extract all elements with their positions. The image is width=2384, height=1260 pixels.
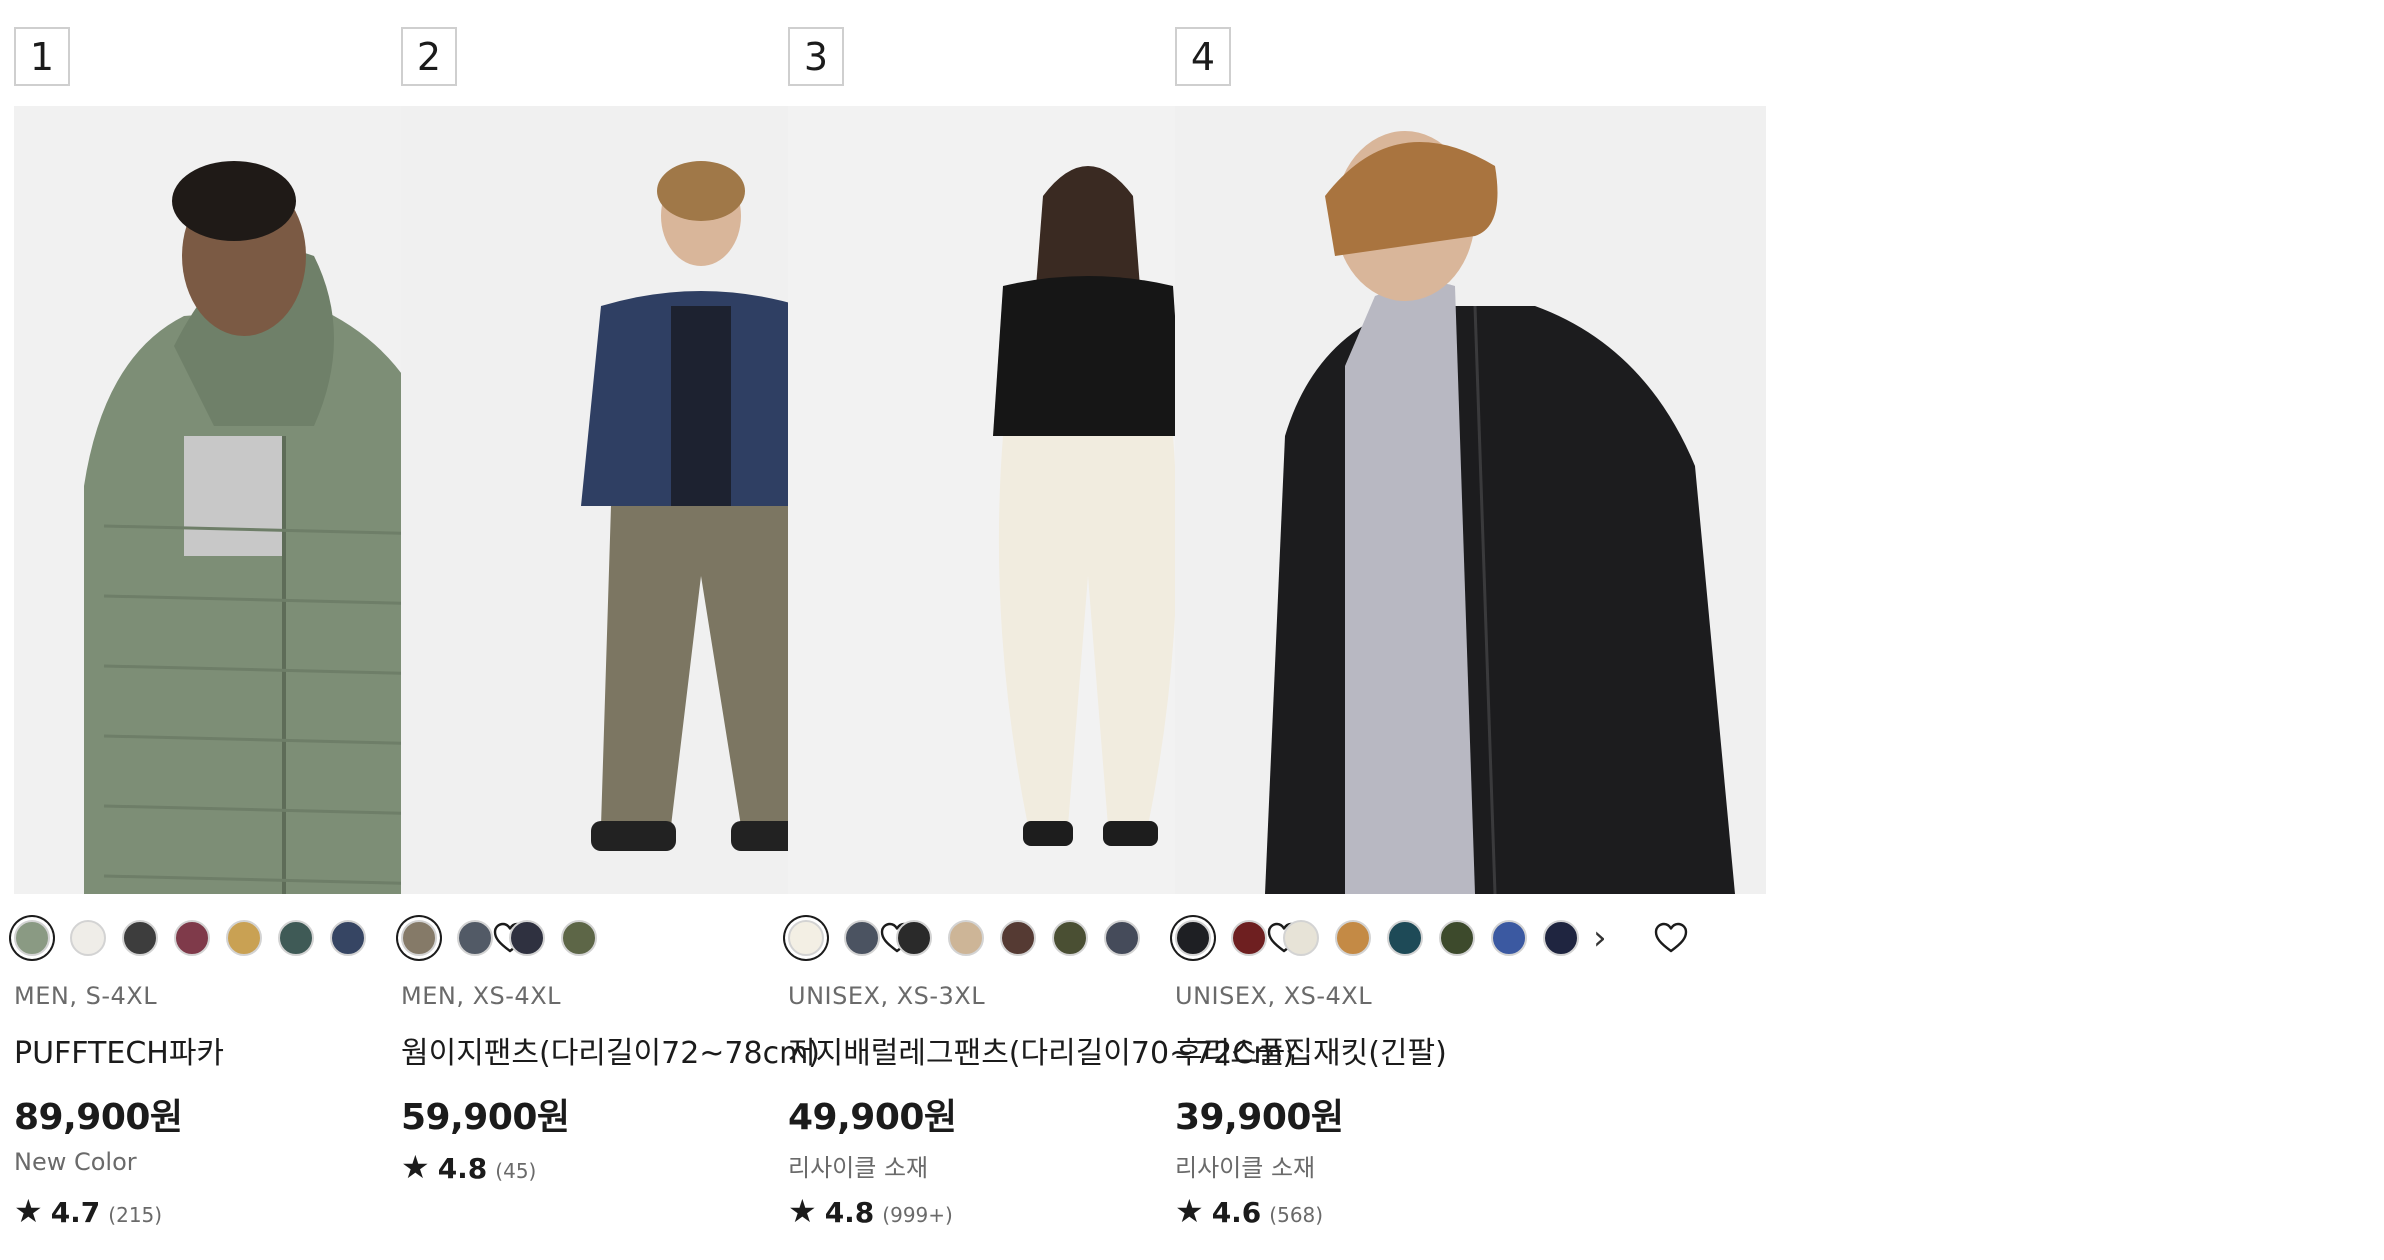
color-swatch[interactable]	[1052, 920, 1088, 956]
color-swatch[interactable]	[1491, 920, 1527, 956]
review-count: (45)	[495, 1159, 537, 1183]
color-swatch[interactable]	[401, 920, 437, 956]
product-rating: ★ 4.6 (568)	[1175, 1192, 1323, 1230]
color-swatch[interactable]	[1543, 920, 1579, 956]
product-price: 39,900원	[1175, 1097, 1344, 1138]
color-swatch[interactable]	[1231, 920, 1267, 956]
product-rating: ★ 4.8 (45)	[401, 1148, 536, 1186]
star-icon: ★	[401, 1148, 430, 1186]
color-swatch[interactable]	[14, 920, 50, 956]
product-price: 59,900원	[401, 1097, 570, 1138]
product-gender-size: MEN, XS-4XL	[401, 982, 561, 1010]
review-count: (999+)	[882, 1203, 953, 1227]
product-price: 89,900원	[14, 1097, 183, 1138]
color-swatch[interactable]	[1439, 920, 1475, 956]
rank-badge: 3	[788, 27, 844, 86]
rating-score: 4.8	[437, 1152, 488, 1185]
color-swatch[interactable]	[457, 920, 493, 956]
color-swatch[interactable]	[788, 920, 824, 956]
product-gender-size: UNISEX, XS-4XL	[1175, 982, 1373, 1010]
product-gender-size: UNISEX, XS-3XL	[788, 982, 986, 1010]
product-price: 49,900원	[788, 1097, 957, 1138]
rating-score: 4.7	[50, 1196, 101, 1229]
color-swatch[interactable]	[844, 920, 880, 956]
color-swatch[interactable]	[561, 920, 597, 956]
product-name[interactable]: 웜이지팬츠(다리길이72~78cm)	[401, 1028, 820, 1072]
color-swatch[interactable]	[122, 920, 158, 956]
review-count: (568)	[1269, 1203, 1324, 1227]
product-name[interactable]: 후리스풀집재킷(긴팔)	[1175, 1028, 1447, 1072]
review-count: (215)	[108, 1203, 163, 1227]
rank-badge: 4	[1175, 27, 1231, 86]
color-swatch[interactable]	[174, 920, 210, 956]
favorite-button[interactable]	[1649, 916, 1693, 960]
product-rating: ★ 4.7 (215)	[14, 1192, 162, 1230]
product-name[interactable]: PUFFTECH파카	[14, 1028, 224, 1072]
product-photo-illustration	[1175, 106, 1766, 894]
product-note: 리사이클 소재	[1175, 1154, 1316, 1182]
product-card[interactable]: 4 › UNISEX, XS-4XL 후리스풀집재킷(긴팔) 39,900원리사이클 소…	[1161, 0, 1766, 1260]
product-note: New Color	[14, 1148, 137, 1176]
color-swatch[interactable]	[509, 920, 545, 956]
color-swatches	[10, 916, 382, 960]
color-swatch[interactable]	[278, 920, 314, 956]
color-swatch[interactable]	[70, 920, 106, 956]
color-swatch[interactable]	[1175, 920, 1211, 956]
heart-outline-icon	[1654, 922, 1688, 953]
product-grid: 1 MEN, S-4XL PUFFTECH파카 89,900원 New Color ★ 4.…	[0, 0, 2384, 1260]
color-swatches: ›	[1171, 916, 1607, 960]
rank-badge: 1	[14, 27, 70, 86]
color-swatch[interactable]	[948, 920, 984, 956]
star-icon: ★	[14, 1192, 43, 1230]
color-swatches	[397, 916, 613, 960]
product-gender-size: MEN, S-4XL	[14, 982, 158, 1010]
star-icon: ★	[1175, 1192, 1204, 1230]
color-swatch[interactable]	[330, 920, 366, 956]
rating-score: 4.8	[824, 1196, 875, 1229]
product-image[interactable]	[1175, 106, 1766, 894]
color-swatch[interactable]	[1283, 920, 1319, 956]
color-swatch[interactable]	[226, 920, 262, 956]
color-swatch[interactable]	[896, 920, 932, 956]
star-icon: ★	[788, 1192, 817, 1230]
color-swatch[interactable]	[1387, 920, 1423, 956]
color-swatch[interactable]	[1335, 920, 1371, 956]
chevron-right-icon[interactable]: ›	[1593, 920, 1607, 956]
product-rating: ★ 4.8 (999+)	[788, 1192, 953, 1230]
color-swatch[interactable]	[1104, 920, 1140, 956]
color-swatch[interactable]	[1000, 920, 1036, 956]
color-swatches	[784, 916, 1156, 960]
rating-score: 4.6	[1211, 1196, 1262, 1229]
product-note: 리사이클 소재	[788, 1154, 929, 1182]
rank-badge: 2	[401, 27, 457, 86]
